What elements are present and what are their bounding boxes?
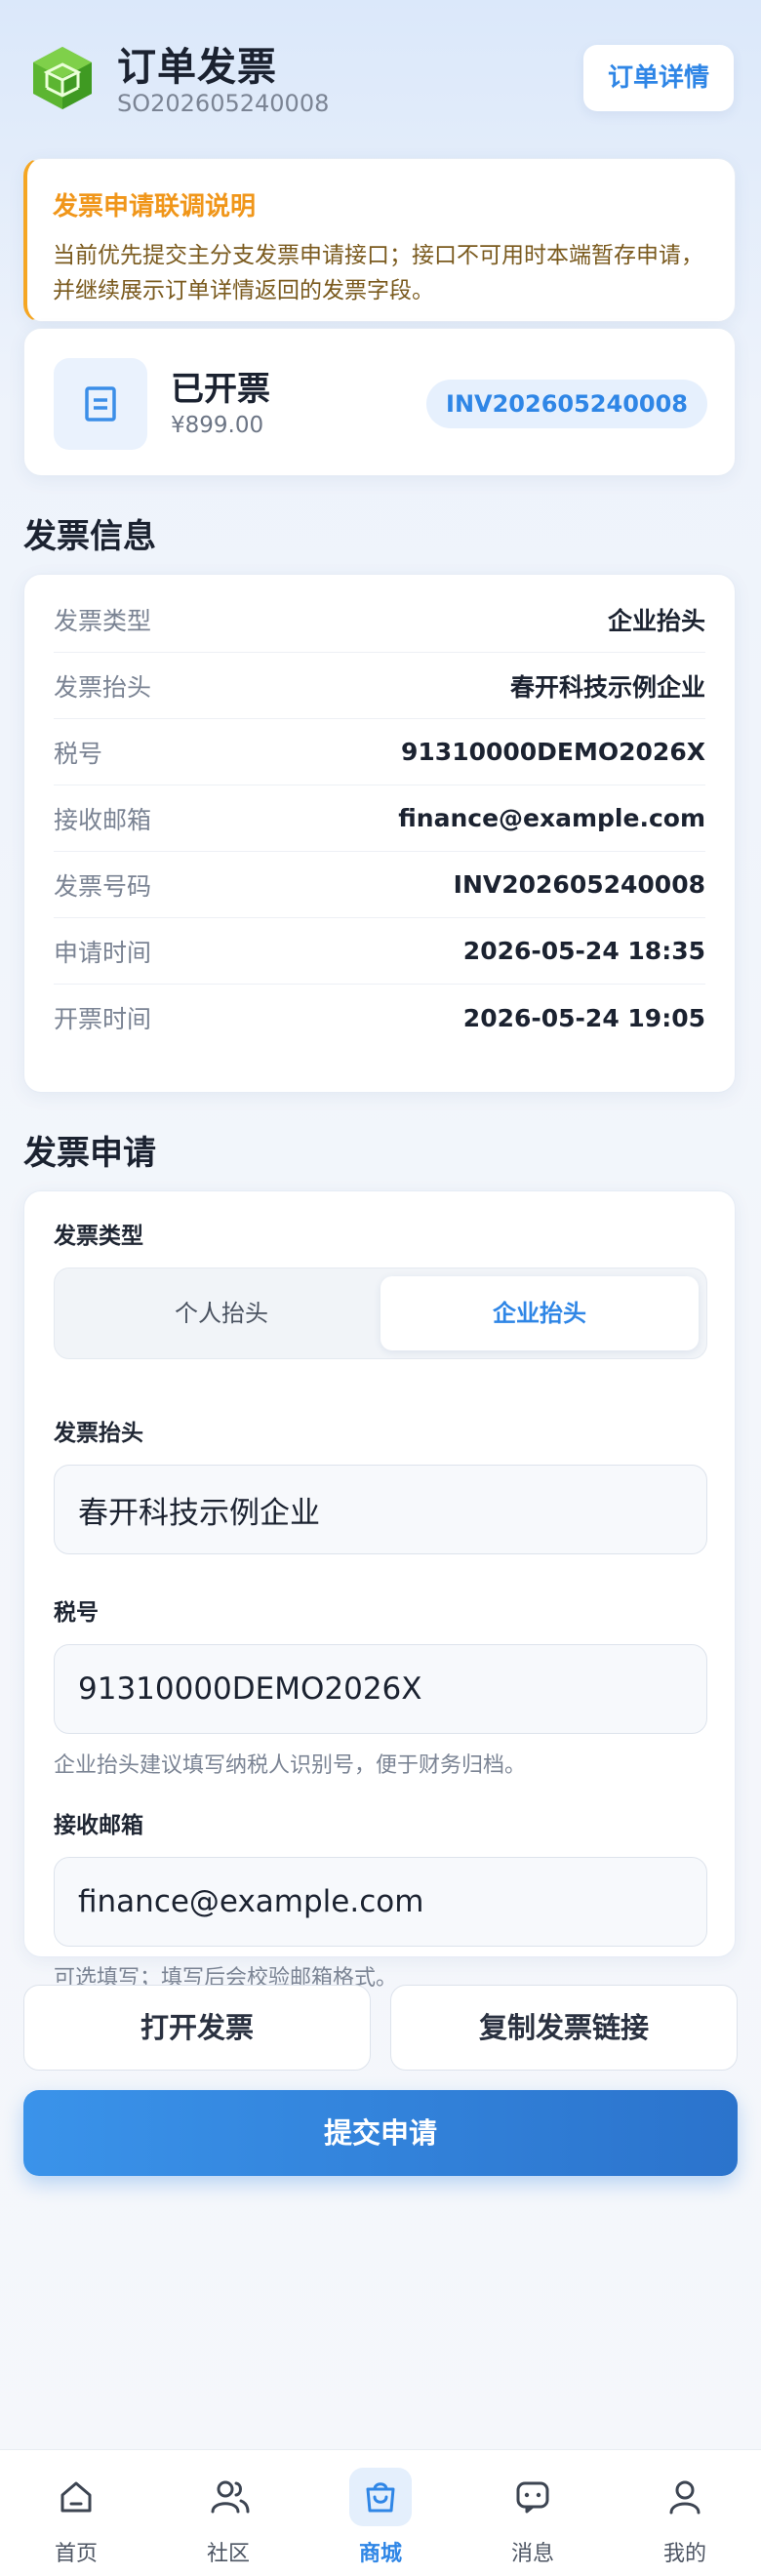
tax-number-hint: 企业抬头建议填写纳税人识别号，便于财务归档。 [54,1753,527,1778]
invoice-type-segmented: 个人抬头 企业抬头 [54,1268,707,1359]
invoice-apply-title: 发票申请 [23,1134,156,1173]
info-label: 发票类型 [54,606,152,635]
page-header: 订单发票 SO202605240008 订单详情 [0,0,761,146]
tab-label: 商城 [358,2542,402,2566]
info-row: 发票抬头 春开科技示例企业 [54,653,705,719]
info-label: 发票抬头 [54,672,152,702]
status-icon-box [54,358,147,450]
invoice-type-label: 发票类型 [54,1224,143,1249]
info-label: 申请时间 [54,938,152,967]
message-icon [516,2481,549,2514]
tab-messages[interactable]: 消息 [457,2450,609,2576]
tab-label: 社区 [206,2542,250,2566]
order-number: SO202605240008 [117,90,330,117]
shop-bag-icon [366,2482,395,2513]
tab-label: 消息 [510,2542,554,2566]
home-icon [60,2481,92,2513]
info-label: 税号 [54,739,103,768]
invoice-apply-form: 发票类型 个人抬头 企业抬头 发票抬头 税号 企业抬头建议填写纳税人识别号，便于… [23,1190,736,1991]
info-value: 91310000DEMO2026X [401,738,705,766]
info-label: 发票号码 [54,871,152,901]
info-value: 2026-05-24 18:35 [462,937,705,965]
document-icon [85,386,116,422]
page-title: 订单发票 [117,45,277,90]
invoice-number-badge: INV202605240008 [426,380,707,428]
info-row: 接收邮箱 finance@example.com [54,785,705,852]
tab-label: 我的 [662,2542,706,2566]
notice-title: 发票申请联调说明 [53,192,257,221]
community-icon [211,2480,250,2514]
integration-notice: 发票申请联调说明 当前优先提交主分支发票申请接口；接口不可用时本端暂存申请，并继… [23,158,736,322]
copy-invoice-link-button[interactable]: 复制发票链接 [390,1985,738,2071]
tax-number-input[interactable] [54,1644,707,1734]
invoice-type-personal[interactable]: 个人抬头 [62,1276,380,1350]
submit-application-button[interactable]: 提交申请 [23,2090,738,2176]
email-label: 接收邮箱 [54,1813,143,1838]
info-value: INV202605240008 [453,870,705,899]
profile-icon [669,2480,701,2515]
info-label: 开票时间 [54,1005,152,1033]
info-value: 企业抬头 [607,606,705,635]
info-row: 发票类型 企业抬头 [54,586,705,653]
invoice-info-card: 发票类型 企业抬头 发票抬头 春开科技示例企业 税号 91310000DEMO2… [23,574,736,1093]
order-detail-button[interactable]: 订单详情 [583,45,734,111]
tab-shop[interactable]: 商城 [304,2450,457,2576]
invoice-type-company[interactable]: 企业抬头 [380,1276,699,1350]
info-row: 开票时间 2026-05-24 19:05 [54,985,705,1051]
open-invoice-button[interactable]: 打开发票 [23,1985,371,2071]
info-row: 发票号码 INV202605240008 [54,852,705,918]
status-title: 已开票 [171,370,270,409]
tax-number-label: 税号 [54,1600,99,1626]
status-amount: ¥899.00 [171,413,264,438]
notice-text: 当前优先提交主分支发票申请接口；接口不可用时本端暂存申请，并继续展示订单详情返回… [53,243,703,303]
info-row: 申请时间 2026-05-24 18:35 [54,918,705,985]
invoice-title-label: 发票抬头 [54,1421,143,1446]
app-logo-icon [33,47,92,109]
info-label: 接收邮箱 [54,805,152,834]
tab-profile[interactable]: 我的 [609,2450,761,2576]
info-row: 税号 91310000DEMO2026X [54,719,705,785]
tab-home[interactable]: 首页 [0,2450,152,2576]
invoice-status-card: 已开票 ¥899.00 INV202605240008 [23,328,736,476]
invoice-info-title: 发票信息 [23,517,156,556]
email-input[interactable] [54,1857,707,1947]
bottom-tab-bar: 首页 社区 商城 消息 我的 [0,2449,761,2576]
info-value: finance@example.com [398,804,705,832]
tab-label: 首页 [54,2542,98,2566]
invoice-title-input[interactable] [54,1465,707,1554]
info-value: 春开科技示例企业 [509,672,705,702]
info-value: 2026-05-24 19:05 [462,1003,705,1032]
tab-community[interactable]: 社区 [152,2450,304,2576]
